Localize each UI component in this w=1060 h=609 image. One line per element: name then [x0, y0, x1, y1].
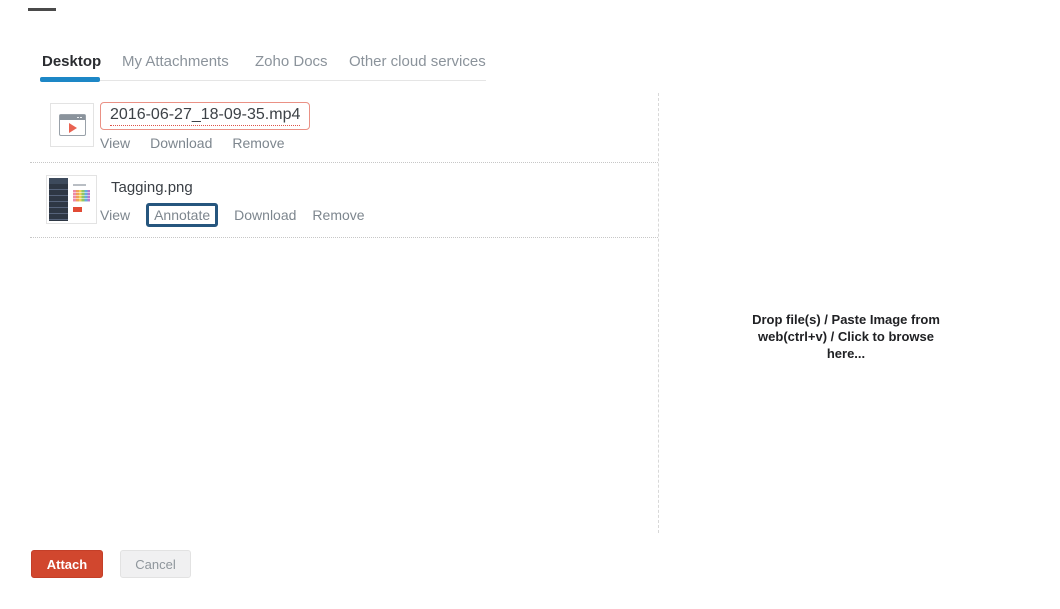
row-separator	[30, 237, 658, 238]
video-thumbnail[interactable]	[50, 103, 94, 147]
active-tab-indicator	[40, 77, 100, 82]
dropzone-line-1: Drop file(s) / Paste Image from	[752, 312, 940, 327]
window-dots	[80, 117, 82, 118]
thumbnail-title-line	[73, 184, 86, 186]
tab-my-attachments[interactable]: My Attachments	[122, 53, 229, 70]
thumbnail-color-palette	[73, 190, 90, 202]
filename-text[interactable]: 2016-06-27_18-09-35.mp4	[110, 106, 301, 126]
tab-other-cloud-services[interactable]: Other cloud services	[349, 53, 486, 70]
dropzone[interactable]: Drop file(s) / Paste Image from web(ctrl…	[659, 93, 1033, 533]
remove-link[interactable]: Remove	[312, 207, 364, 223]
row-separator	[30, 162, 658, 163]
tab-zoho-docs[interactable]: Zoho Docs	[255, 53, 328, 70]
download-link[interactable]: Download	[150, 135, 212, 151]
attachment-dialog: Desktop My Attachments Zoho Docs Other c…	[0, 0, 1060, 609]
view-link[interactable]: View	[100, 135, 130, 151]
dropzone-line-3: here...	[826, 346, 866, 361]
tab-desktop[interactable]: Desktop	[42, 53, 101, 70]
play-icon	[69, 123, 77, 133]
file-actions-row-2: View Annotate Download Remove	[100, 203, 365, 227]
tab-bottom-border	[40, 80, 486, 81]
top-left-mark	[28, 8, 56, 11]
attach-button[interactable]: Attach	[31, 550, 103, 578]
dropzone-line-2: web(ctrl+v) / Click to browse	[758, 329, 934, 344]
video-player-icon	[59, 114, 86, 136]
annotate-button[interactable]: Annotate	[146, 203, 219, 227]
view-link[interactable]: View	[100, 207, 130, 223]
image-thumbnail[interactable]	[46, 175, 97, 224]
thumbnail-sidebar	[49, 178, 68, 221]
tab-bar: Desktop My Attachments Zoho Docs Other c…	[0, 50, 1060, 82]
cancel-button[interactable]: Cancel	[120, 550, 191, 578]
remove-link[interactable]: Remove	[232, 135, 284, 151]
download-link[interactable]: Download	[234, 207, 296, 223]
file-actions-row-1: View Download Remove	[100, 135, 285, 151]
thumbnail-red-button	[73, 207, 82, 212]
filename-editable-field[interactable]: 2016-06-27_18-09-35.mp4	[100, 102, 311, 130]
dropzone-text: Drop file(s) / Paste Image from web(ctrl…	[659, 311, 1033, 362]
filename-label: Tagging.png	[111, 179, 193, 196]
